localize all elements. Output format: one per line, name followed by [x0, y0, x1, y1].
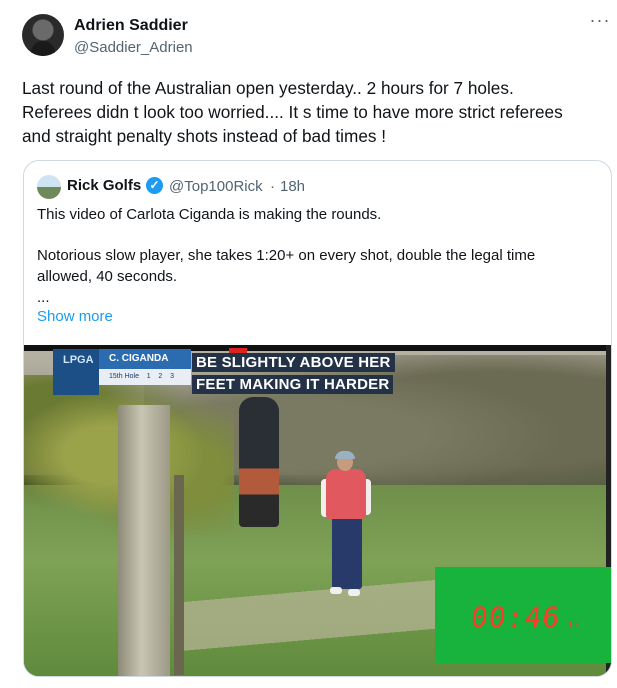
golfer-shoe: [348, 589, 360, 596]
quoted-author-handle[interactable]: @Top100Rick: [169, 178, 263, 195]
quoted-timestamp[interactable]: 18h: [280, 178, 305, 195]
tweet-text-line: Referees didn t look too worried.... It …: [22, 102, 563, 122]
verified-badge-icon: ✓: [146, 177, 163, 194]
tweet-text-line: and straight penalty shots instead of ba…: [22, 126, 387, 146]
show-more-link[interactable]: Show more: [37, 308, 113, 325]
quoted-author-name[interactable]: Rick Golfs: [67, 177, 141, 194]
quoted-author-avatar[interactable]: [37, 175, 61, 199]
lpga-logo-icon: LPGA: [63, 354, 94, 366]
scorebug-player: C. CIGANDA: [99, 349, 191, 369]
golfer-shoe: [330, 587, 342, 594]
video-spectator: [239, 397, 279, 527]
quoted-text-line: Notorious slow player, she takes 1:20+ o…: [37, 247, 536, 264]
golfer-shirt: [326, 469, 366, 519]
author-avatar[interactable]: [22, 14, 64, 56]
scorebug-hole: 15th Hole 1 2 3: [99, 369, 191, 385]
quoted-tweet-card[interactable]: Rick Golfs ✓ @Top100Rick · 18h This vide…: [23, 160, 612, 677]
quoted-text-line: allowed, 40 seconds.: [37, 268, 178, 285]
quoted-text-ellipsis: ...: [37, 289, 50, 306]
video-player[interactable]: LPGA C. CIGANDA 15th Hole 1 2 3 BE SLIGH…: [24, 345, 611, 676]
author-name[interactable]: Adrien Saddier: [74, 17, 188, 35]
quoted-text-line: This video of Carlota Ciganda is making …: [37, 206, 382, 223]
video-tree-trunk: [118, 405, 170, 676]
video-subtitle-line: BE SLIGHTLY ABOVE HER: [192, 353, 395, 372]
tweet-text-line: Last round of the Australian open yester…: [22, 78, 514, 98]
author-handle[interactable]: @Saddier_Adrien: [74, 39, 193, 56]
separator-dot: ·: [270, 178, 275, 195]
shot-timer: 00:46 13: [435, 567, 611, 663]
shot-timer-frames: 13: [567, 620, 580, 631]
tweet-text: Last round of the Australian open yester…: [22, 76, 602, 148]
video-subtitle-line: FEET MAKING IT HARDER: [192, 375, 394, 394]
golfer-hat: [335, 451, 355, 459]
video-tree-trunk-small: [174, 475, 184, 675]
golfer-legs: [332, 517, 362, 589]
shot-timer-value: 00:46: [469, 601, 563, 634]
scorebug-logo: LPGA: [53, 349, 99, 395]
more-horizontal-icon[interactable]: ···: [588, 11, 612, 34]
